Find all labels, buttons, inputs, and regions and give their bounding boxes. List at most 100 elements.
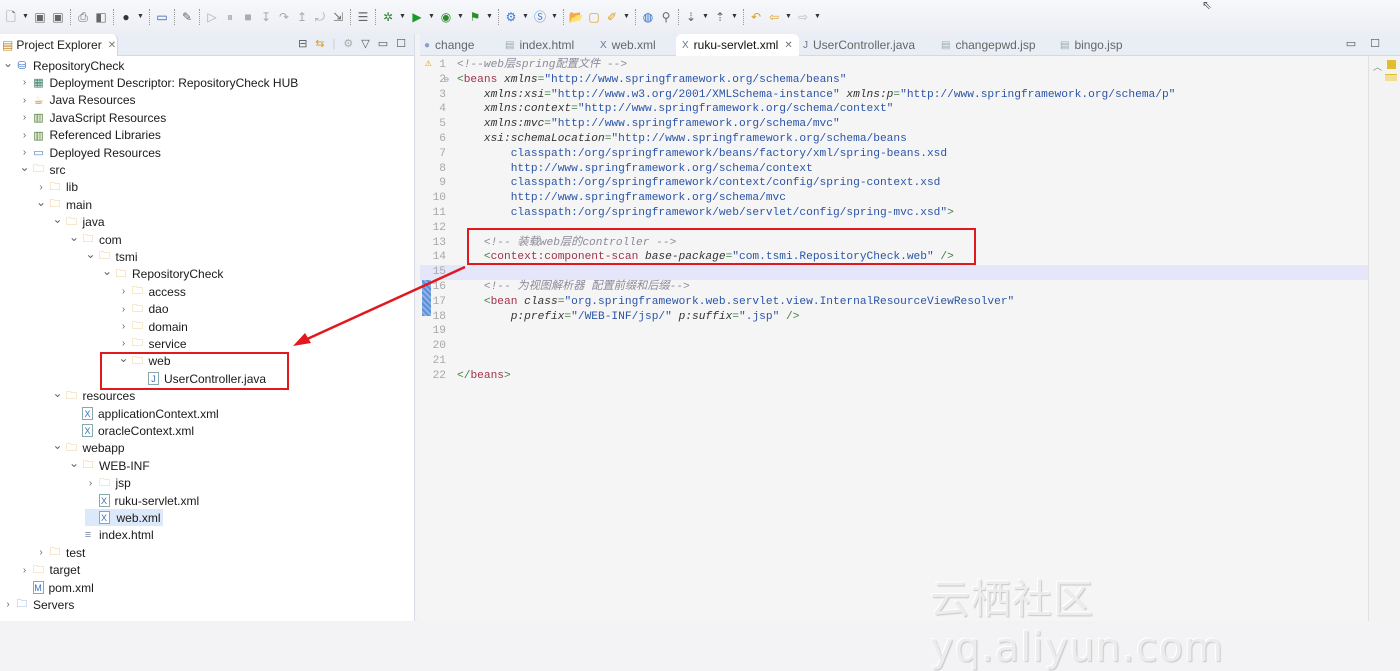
- save-all-icon[interactable]: ▣: [50, 9, 66, 25]
- new-icon[interactable]: 🗋: [3, 9, 19, 25]
- chevron-right-icon[interactable]: ›: [35, 182, 47, 193]
- chevron-right-icon[interactable]: ›: [118, 304, 130, 315]
- tree-item[interactable]: ⌄ 🗀 resources: [52, 386, 135, 405]
- tree-item[interactable]: › 🗀 Servers: [2, 596, 74, 613]
- chevron-right-icon[interactable]: ›: [118, 286, 130, 297]
- task-icon[interactable]: ☰: [355, 9, 371, 25]
- search-icon[interactable]: ⚲: [658, 9, 674, 25]
- step-return-icon[interactable]: ↥: [294, 9, 310, 25]
- minimize-icon[interactable]: ▭: [378, 37, 388, 50]
- open-type-icon[interactable]: ◧: [93, 9, 109, 25]
- fold-toggle-icon[interactable]: ⊖: [444, 73, 449, 88]
- save-icon[interactable]: ▣: [32, 9, 48, 25]
- chevron-down-icon[interactable]: ⌄: [52, 212, 64, 226]
- chevron-right-icon[interactable]: ›: [19, 565, 31, 576]
- code-line[interactable]: 15: [420, 265, 1368, 281]
- dropdown-arrow-icon[interactable]: ▼: [521, 9, 530, 25]
- chevron-down-icon[interactable]: ⌄: [68, 230, 80, 244]
- previous-annotation-icon[interactable]: ⇡: [712, 9, 728, 25]
- editor-tab[interactable]: ▤ index.html: [505, 34, 574, 56]
- editor-tab[interactable]: Xruku-servlet.xml ✕: [676, 34, 799, 56]
- open-project-icon[interactable]: ▢: [586, 9, 602, 25]
- tree-item[interactable]: › ▥ Referenced Libraries: [19, 127, 161, 144]
- dropdown-arrow-icon[interactable]: ▼: [784, 9, 793, 25]
- tree-item[interactable]: ⌄ 🗀 main: [35, 195, 92, 213]
- tree-item[interactable]: XoracleContext.xml: [68, 422, 194, 439]
- chevron-right-icon[interactable]: ›: [19, 95, 31, 106]
- code-line[interactable]: 17 <bean class="org.springframework.web.…: [420, 295, 1368, 310]
- step-into-icon[interactable]: ↧: [258, 9, 274, 25]
- last-edit-icon[interactable]: ↶: [748, 9, 764, 25]
- code-line[interactable]: 11 classpath:/org/springframework/web/se…: [420, 206, 1368, 221]
- new-web-service-icon[interactable]: Ⓢ: [532, 9, 548, 25]
- dropdown-arrow-icon[interactable]: ▼: [485, 9, 494, 25]
- code-line[interactable]: 21: [420, 354, 1368, 369]
- chevron-right-icon[interactable]: ›: [118, 338, 130, 349]
- suspend-icon[interactable]: ⏸: [222, 9, 238, 25]
- occurrence-marker[interactable]: [1385, 74, 1397, 81]
- code-line[interactable]: 5 xmlns:mvc="http://www.springframework.…: [420, 117, 1368, 132]
- dropdown-arrow-icon[interactable]: ▼: [427, 9, 436, 25]
- tree-item[interactable]: ⌄ 🗀 java: [52, 212, 104, 231]
- collapse-all-icon[interactable]: ⊟: [298, 37, 307, 50]
- tree-item[interactable]: ⌄ 🗀 webapp: [52, 438, 124, 457]
- maximize-icon[interactable]: ☐: [1370, 37, 1380, 50]
- code-line[interactable]: 20: [420, 339, 1368, 354]
- tree-item[interactable]: › 🗀 domain: [118, 318, 188, 335]
- filter-icon[interactable]: ⚙: [343, 37, 353, 50]
- tree-item[interactable]: › ▦ Deployment Descriptor: RepositoryCheck…: [19, 74, 298, 91]
- editor-tab[interactable]: ● change: [424, 34, 474, 56]
- code-line[interactable]: 3 xmlns:xsi="http://www.w3.org/2001/XMLS…: [420, 88, 1368, 103]
- tree-item[interactable]: ⌄ ⛁ RepositoryCheck: [2, 56, 124, 74]
- code-line[interactable]: 6 xsi:schemaLocation="http://www.springf…: [420, 132, 1368, 147]
- tree-item[interactable]: › ▥ JavaScript Resources: [19, 109, 166, 126]
- resume-icon[interactable]: ▷: [204, 9, 220, 25]
- chevron-down-icon[interactable]: ⌄: [68, 456, 80, 470]
- code-line[interactable]: 9 classpath:/org/springframework/context…: [420, 176, 1368, 191]
- dropdown-arrow-icon[interactable]: ▼: [21, 9, 30, 25]
- tree-item[interactable]: ⌄ 🗀 tsmi: [85, 247, 137, 265]
- chevron-down-icon[interactable]: ⌄: [2, 56, 14, 70]
- code-line[interactable]: 4 xmlns:context="http://www.springframew…: [420, 102, 1368, 117]
- code-line[interactable]: 8 http://www.springframework.org/schema/…: [420, 162, 1368, 177]
- code-line[interactable]: 13 <!-- 装载web层的controller -->: [420, 236, 1368, 251]
- coverage-icon[interactable]: ◉: [438, 9, 454, 25]
- editor-tab[interactable]: J UserController.java: [803, 34, 915, 56]
- warning-marker[interactable]: [1387, 60, 1396, 69]
- run-icon[interactable]: ▶: [409, 9, 425, 25]
- external-tools-icon[interactable]: ⚑: [467, 9, 483, 25]
- tree-item[interactable]: XapplicationContext.xml: [68, 405, 219, 422]
- stop-icon[interactable]: ■: [240, 9, 256, 25]
- close-icon[interactable]: ✕: [108, 40, 116, 51]
- tree-item[interactable]: Xweb.xml: [84, 509, 163, 527]
- chevron-down-icon[interactable]: ⌄: [85, 247, 97, 261]
- code-line[interactable]: 16 <!-- 为视图解析器 配置前缀和后缀-->: [420, 280, 1368, 295]
- chevron-right-icon[interactable]: ›: [19, 130, 31, 141]
- maximize-icon[interactable]: ☐: [396, 37, 406, 50]
- editor-tab[interactable]: Xweb.xml: [600, 34, 656, 56]
- chevron-down-icon[interactable]: ⌄: [101, 264, 113, 278]
- dropdown-arrow-icon[interactable]: ▼: [398, 9, 407, 25]
- dropdown-arrow-icon[interactable]: ▼: [550, 9, 559, 25]
- code-editor[interactable]: ⚠ 1 <!--web层spring配置文件 --> 2 <beans xmlns="…: [420, 56, 1368, 621]
- code-line[interactable]: 22 </beans>: [420, 369, 1368, 384]
- minimize-icon[interactable]: ▭: [1346, 37, 1356, 50]
- tree-item[interactable]: ⌄ 🗀 com: [68, 230, 122, 248]
- tree-item[interactable]: ⌄ 🗀 src: [19, 160, 65, 178]
- tree-item[interactable]: Xruku-servlet.xml: [85, 492, 199, 509]
- tree-item[interactable]: › 🗀 access: [118, 283, 186, 300]
- open-folder-icon[interactable]: 📂: [568, 9, 584, 25]
- print-icon[interactable]: ⎙: [75, 9, 91, 25]
- new-server-icon[interactable]: ⚙: [503, 9, 519, 25]
- editor-tab[interactable]: ▤ bingo.jsp: [1060, 34, 1123, 56]
- edit-icon[interactable]: ✐: [604, 9, 620, 25]
- chevron-down-icon[interactable]: ⌄: [52, 386, 64, 400]
- tree-item[interactable]: Mpom.xml: [19, 579, 94, 596]
- editor-tab[interactable]: ▤ changepwd.jsp: [941, 34, 1036, 56]
- chevron-right-icon[interactable]: ›: [118, 321, 130, 332]
- code-line[interactable]: 7 classpath:/org/springframework/beans/f…: [420, 147, 1368, 162]
- profile-icon[interactable]: ●: [118, 9, 134, 25]
- tree-item[interactable]: › 🗀 test: [35, 544, 85, 561]
- code-line[interactable]: 12: [420, 221, 1368, 236]
- link-with-editor-icon[interactable]: ⇆: [315, 37, 324, 50]
